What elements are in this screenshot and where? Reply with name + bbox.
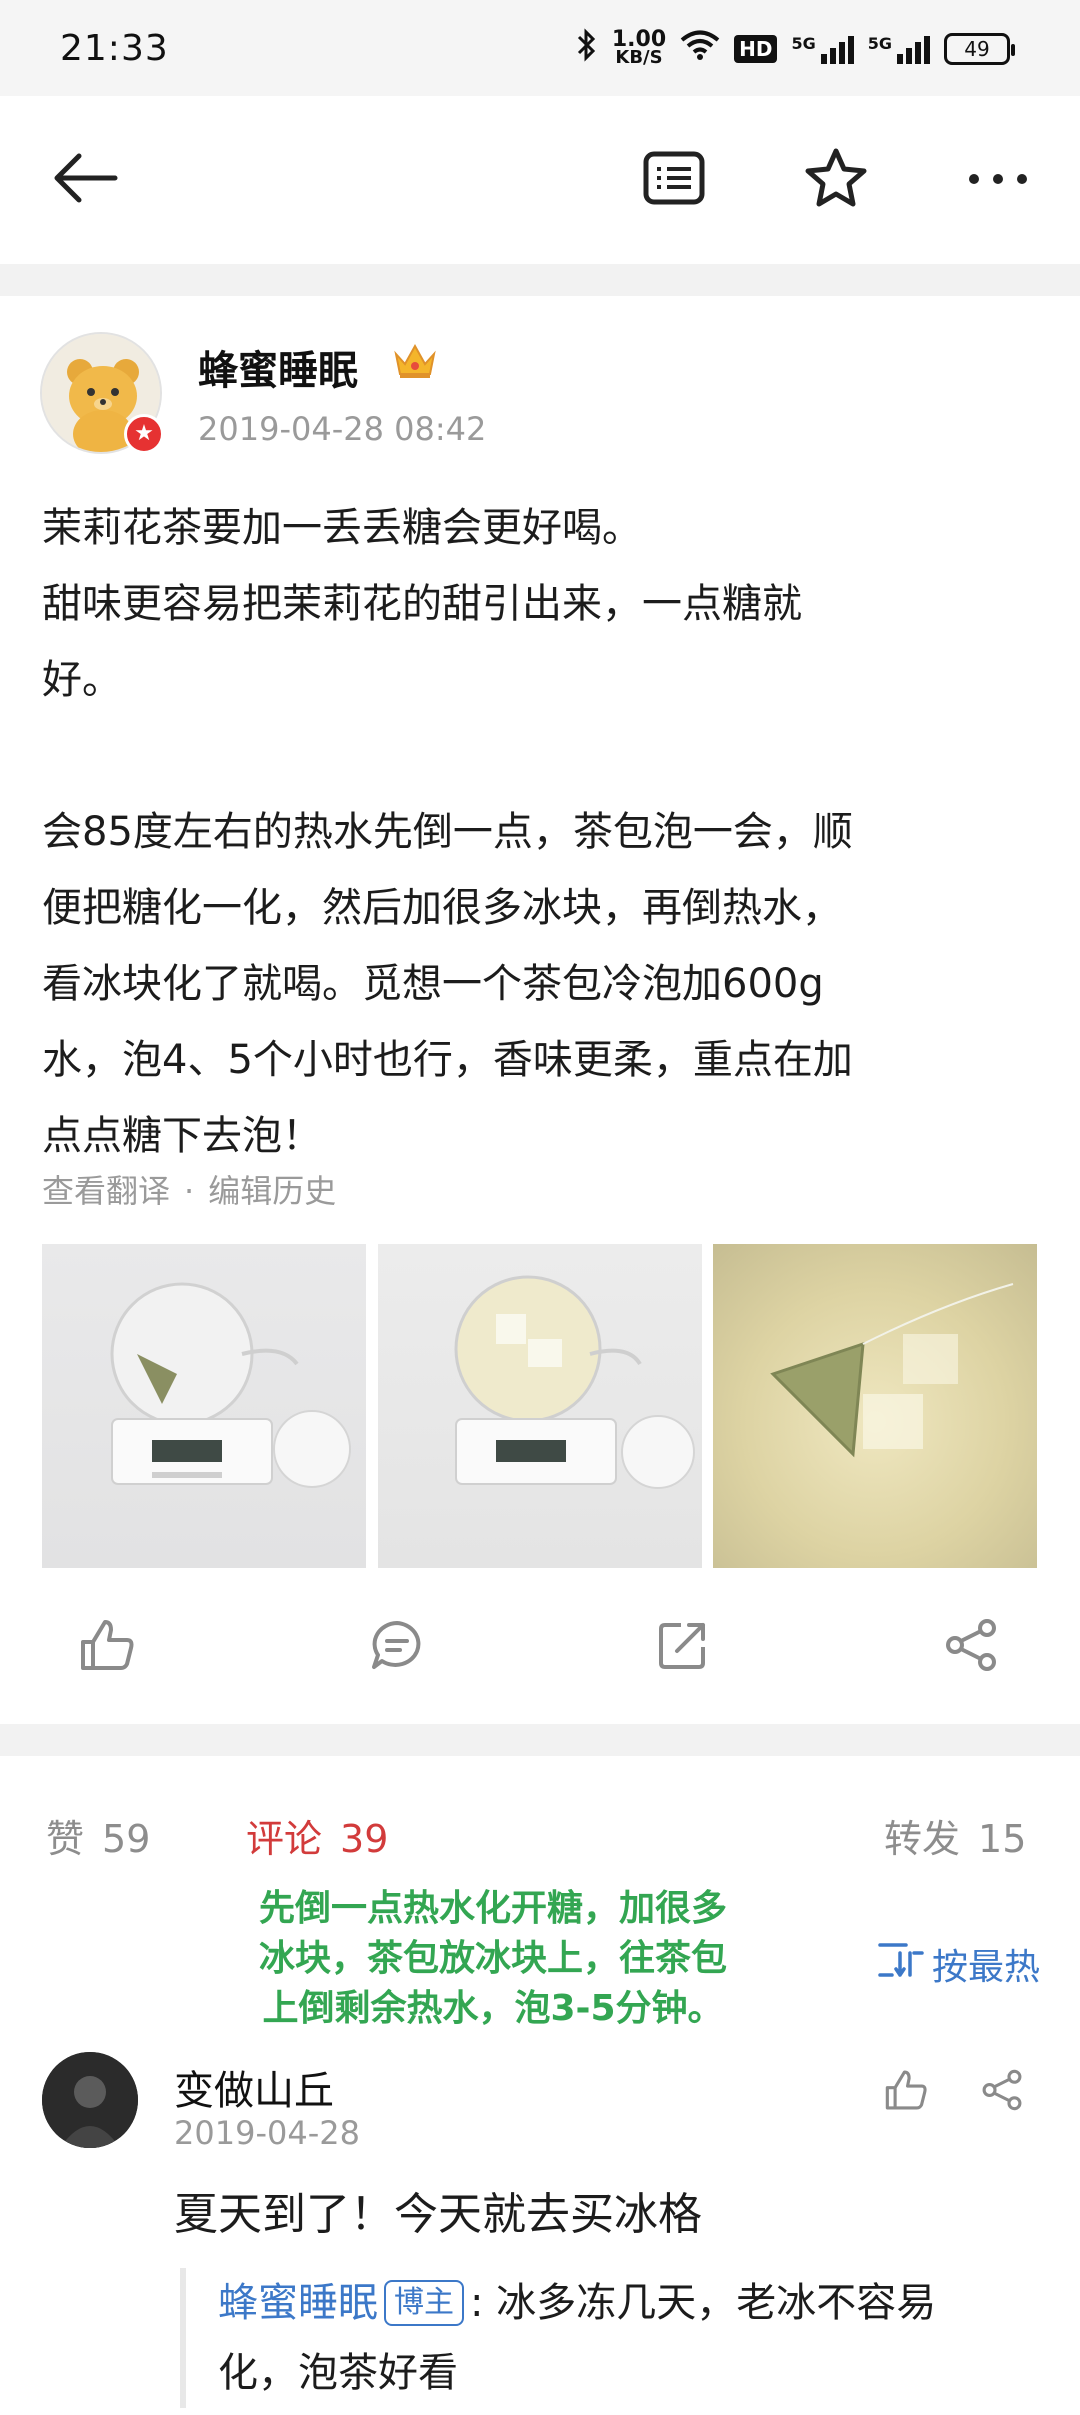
post-image-3[interactable] bbox=[713, 1244, 1037, 1568]
post-paragraph: 好。 bbox=[42, 657, 122, 703]
signal-icon-1: 5G bbox=[791, 34, 854, 64]
reposts-tab[interactable]: 转发 15 bbox=[884, 1808, 1026, 1863]
status-icons: 1.00 KB/S HD 5G 5G 49 bbox=[576, 26, 1015, 69]
comment-bubble-icon bbox=[370, 1619, 424, 1675]
teapot-on-scale-image bbox=[110, 1282, 351, 1488]
network-speed: 1.00 KB/S bbox=[611, 26, 667, 68]
tea-bag-in-ice-image bbox=[770, 1283, 1014, 1458]
like-button[interactable] bbox=[72, 1612, 142, 1682]
blogger-tag: 博主 bbox=[384, 2280, 464, 2326]
post-paragraph: 会85度左右的热水先倒一点，茶包泡一会，顺 bbox=[42, 809, 853, 855]
reply-author-name[interactable]: 蜂蜜睡眠 bbox=[218, 2280, 378, 2326]
teapot-with-ice-image bbox=[454, 1275, 695, 1489]
post-paragraph: 点点糖下去泡！ bbox=[42, 1113, 322, 1159]
list-document-icon bbox=[643, 151, 705, 209]
favorite-button[interactable] bbox=[796, 140, 876, 220]
post-paragraph: 看冰块化了就喝。觅想一个茶包冷泡加600g bbox=[42, 961, 824, 1007]
comment-like-button[interactable] bbox=[876, 2062, 936, 2122]
meta-separator: · bbox=[184, 1172, 195, 1210]
post-paragraph: 便把糖化一化，然后加很多冰块，再倒热水， bbox=[42, 885, 842, 931]
section-divider bbox=[0, 264, 1080, 296]
battery-icon: 49 bbox=[944, 32, 1015, 65]
bluetooth-icon bbox=[576, 28, 598, 69]
annotation-note: 先倒一点热水化开糖，加很多 冰块，茶包放冰块上，往茶包 上倒剩余热水，泡3-5分… bbox=[258, 1888, 727, 2029]
comment-share-button[interactable] bbox=[972, 2062, 1032, 2122]
post-body: 茉莉花茶要加一丢丢糖会更好喝。 甜味更容易把茉莉花的甜引出来，一点糖就 好。 会… bbox=[42, 490, 1042, 1174]
back-arrow-icon bbox=[49, 148, 119, 212]
commenter-avatar-image bbox=[42, 2052, 138, 2148]
post-paragraph bbox=[42, 718, 1042, 794]
post-image-2[interactable] bbox=[378, 1244, 702, 1568]
star-icon bbox=[804, 147, 868, 213]
verified-badge-icon: ★ bbox=[124, 414, 164, 454]
thumbs-up-icon bbox=[884, 2069, 928, 2115]
post-image-1[interactable] bbox=[42, 1244, 366, 1568]
share-nodes-icon bbox=[980, 2069, 1024, 2115]
reply-block[interactable]: 蜂蜜睡眠 博主: 冰多冻几天，老冰不容易 化，泡茶好看 bbox=[180, 2268, 1050, 2408]
repost-button[interactable] bbox=[648, 1612, 718, 1682]
crown-icon[interactable] bbox=[392, 340, 438, 384]
reply-line: 蜂蜜睡眠 博主: 冰多冻几天，老冰不容易 bbox=[218, 2268, 1050, 2338]
sort-by-hot-button[interactable]: 按最热 bbox=[878, 1938, 1040, 1990]
post-paragraph: 茉莉花茶要加一丢丢糖会更好喝。 bbox=[42, 505, 642, 551]
wifi-icon bbox=[680, 29, 720, 68]
post-paragraph: 甜味更容易把茉莉花的甜引出来，一点糖就 bbox=[42, 581, 802, 627]
commenter-avatar[interactable] bbox=[42, 2052, 138, 2148]
post-paragraph: 水，泡4、5个小时也行，香味更柔，重点在加 bbox=[42, 1037, 853, 1083]
more-dots-icon bbox=[966, 171, 1030, 190]
status-time: 21:33 bbox=[60, 28, 169, 69]
signal-icon-2: 5G bbox=[868, 34, 930, 64]
thumbs-up-icon bbox=[79, 1618, 135, 1676]
reader-mode-button[interactable] bbox=[634, 140, 714, 220]
section-divider bbox=[0, 1724, 1080, 1756]
reply-text: : 冰多冻几天，老冰不容易 bbox=[470, 2280, 937, 2326]
share-out-icon bbox=[657, 1619, 709, 1675]
post-author-name[interactable]: 蜂蜜睡眠 bbox=[198, 338, 358, 396]
comment-text: 夏天到了！今天就去买冰格 bbox=[174, 2189, 702, 2240]
share-nodes-icon bbox=[943, 1618, 999, 1676]
translate-link[interactable]: 查看翻译 bbox=[42, 1172, 170, 1210]
sort-icon bbox=[878, 1941, 924, 1988]
likes-tab[interactable]: 赞 59 bbox=[46, 1808, 150, 1863]
reply-text-continued: 化，泡茶好看 bbox=[218, 2350, 458, 2396]
commenter-name[interactable]: 变做山丘 bbox=[174, 2058, 334, 2116]
status-bar: 21:33 1.00 KB/S HD 5G 5G 49 bbox=[0, 0, 1080, 96]
comment-button[interactable] bbox=[362, 1612, 432, 1682]
comments-tab[interactable]: 评论 39 bbox=[246, 1808, 388, 1863]
post-timestamp: 2019-04-28 08:42 bbox=[198, 410, 487, 448]
comment-timestamp: 2019-04-28 bbox=[174, 2114, 360, 2152]
more-button[interactable] bbox=[958, 140, 1038, 220]
top-nav bbox=[0, 96, 1080, 264]
share-button[interactable] bbox=[936, 1612, 1006, 1682]
hd-badge: HD bbox=[734, 34, 778, 63]
back-button[interactable] bbox=[44, 140, 124, 220]
post-meta-links: 查看翻译 · 编辑历史 bbox=[42, 1166, 336, 1212]
edit-history-link[interactable]: 编辑历史 bbox=[208, 1172, 336, 1210]
